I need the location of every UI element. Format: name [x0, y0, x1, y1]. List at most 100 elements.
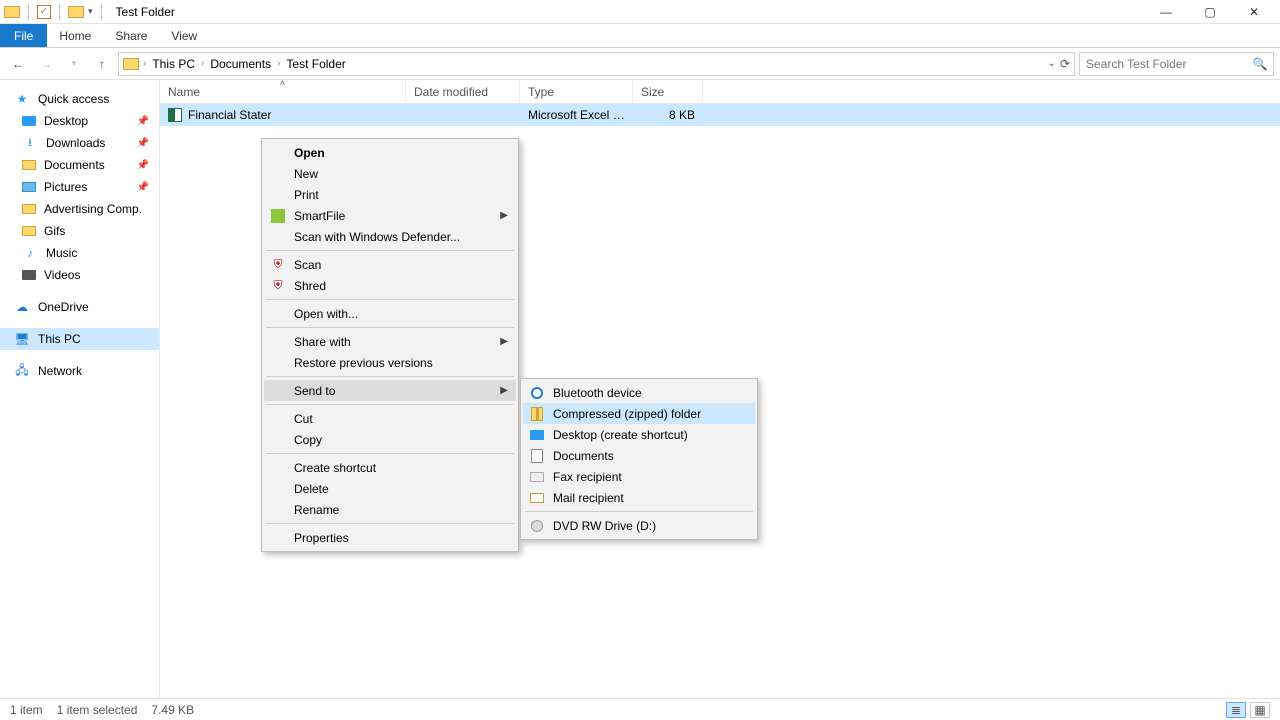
menu-new[interactable]: New: [264, 163, 516, 184]
separator: [101, 4, 102, 20]
sidebar-label: OneDrive: [38, 300, 89, 314]
tab-share[interactable]: Share: [103, 24, 159, 47]
sendto-mail[interactable]: Mail recipient: [523, 487, 755, 508]
folder-icon: [123, 58, 139, 70]
maximize-button[interactable]: ▢: [1188, 0, 1232, 24]
pin-icon: 📌: [137, 138, 149, 149]
breadcrumb-this-pc[interactable]: This PC: [150, 57, 197, 71]
status-bar: 1 item 1 item selected 7.49 KB ≣ ▦: [0, 698, 1280, 720]
refresh-icon[interactable]: ⟳: [1060, 57, 1070, 71]
menu-separator: [266, 327, 514, 328]
quick-access-toggle-icon[interactable]: ✓: [37, 5, 51, 19]
sidebar-network[interactable]: 🖧 Network: [0, 360, 159, 382]
file-name: Financial Stater: [188, 108, 271, 122]
menu-label: Scan: [294, 258, 321, 272]
sidebar-label: Videos: [44, 268, 80, 282]
menu-smartfile[interactable]: SmartFile ▶: [264, 205, 516, 226]
column-headers: ˄ Name Date modified Type Size: [160, 80, 1280, 104]
menu-send-to[interactable]: Send to ▶: [264, 380, 516, 401]
sidebar-label: Desktop: [44, 114, 88, 128]
chevron-right-icon: ▶: [500, 336, 508, 347]
sidebar-item-documents[interactable]: Documents 📌: [0, 154, 159, 176]
menu-open[interactable]: Open: [264, 142, 516, 163]
sidebar-item-videos[interactable]: Videos: [0, 264, 159, 286]
menu-defender[interactable]: Scan with Windows Defender...: [264, 226, 516, 247]
menu-shred[interactable]: ⛨ Shred: [264, 275, 516, 296]
minimize-button[interactable]: ―: [1144, 0, 1188, 24]
file-tab[interactable]: File: [0, 24, 47, 47]
separator: [28, 4, 29, 20]
sidebar-onedrive[interactable]: ☁ OneDrive: [0, 296, 159, 318]
dvd-icon: [531, 520, 543, 532]
menu-rename[interactable]: Rename: [264, 499, 516, 520]
sidebar-item-desktop[interactable]: Desktop 📌: [0, 110, 159, 132]
menu-cut[interactable]: Cut: [264, 408, 516, 429]
sendto-documents[interactable]: Documents: [523, 445, 755, 466]
title-bar: ✓ ▾ Test Folder ― ▢ ✕: [0, 0, 1280, 24]
column-size[interactable]: Size: [633, 80, 703, 103]
forward-button[interactable]: →: [34, 52, 58, 76]
menu-separator: [266, 523, 514, 524]
sendto-compressed[interactable]: Compressed (zipped) folder: [523, 403, 755, 424]
search-input[interactable]: Search Test Folder 🔍: [1079, 52, 1274, 76]
file-row[interactable]: Financial Stater Microsoft Excel W... 8 …: [160, 104, 1280, 126]
menu-print[interactable]: Print: [264, 184, 516, 205]
menu-label: Desktop (create shortcut): [553, 428, 688, 442]
sidebar-label: Network: [38, 364, 82, 378]
breadcrumb-current[interactable]: Test Folder: [284, 57, 347, 71]
qat-dropdown-icon[interactable]: ▾: [88, 6, 93, 17]
back-button[interactable]: ←: [6, 52, 30, 76]
address-bar[interactable]: › This PC › Documents › Test Folder ⌄ ⟳: [118, 52, 1075, 76]
folder-icon: [22, 204, 36, 214]
breadcrumb-documents[interactable]: Documents: [208, 57, 273, 71]
menu-copy[interactable]: Copy: [264, 429, 516, 450]
menu-scan[interactable]: ⛨ Scan: [264, 254, 516, 275]
recent-dropdown[interactable]: ▾: [62, 52, 86, 76]
separator: [59, 4, 60, 20]
documents-icon: [22, 160, 36, 170]
tab-home[interactable]: Home: [47, 24, 103, 47]
download-icon: ⭳: [22, 135, 38, 151]
sidebar-label: Documents: [44, 158, 105, 172]
view-details-button[interactable]: ≣: [1226, 702, 1246, 718]
sendto-dvd[interactable]: DVD RW Drive (D:): [523, 515, 755, 536]
close-button[interactable]: ✕: [1232, 0, 1276, 24]
sendto-bluetooth[interactable]: Bluetooth device: [523, 382, 755, 403]
menu-label: Fax recipient: [553, 470, 622, 484]
sendto-desktop[interactable]: Desktop (create shortcut): [523, 424, 755, 445]
sidebar-item-music[interactable]: ♪ Music: [0, 242, 159, 264]
column-label: Name: [168, 85, 200, 99]
desktop-icon: [22, 116, 36, 126]
sort-indicator-icon: ˄: [280, 78, 285, 88]
column-name[interactable]: ˄ Name: [160, 80, 406, 103]
address-dropdown-icon[interactable]: ⌄: [1048, 58, 1056, 69]
view-large-icons-button[interactable]: ▦: [1250, 702, 1270, 718]
sidebar-item-folder[interactable]: Gifs: [0, 220, 159, 242]
menu-properties[interactable]: Properties: [264, 527, 516, 548]
menu-share-with[interactable]: Share with ▶: [264, 331, 516, 352]
column-date[interactable]: Date modified: [406, 80, 520, 103]
menu-create-shortcut[interactable]: Create shortcut: [264, 457, 516, 478]
sidebar-item-pictures[interactable]: Pictures 📌: [0, 176, 159, 198]
column-type[interactable]: Type: [520, 80, 633, 103]
folder-icon: [68, 6, 84, 18]
desktop-icon: [530, 430, 544, 440]
chevron-right-icon[interactable]: ›: [143, 58, 146, 69]
sidebar-label: Quick access: [38, 92, 109, 106]
file-type-cell: Microsoft Excel W...: [520, 108, 633, 122]
sidebar-this-pc[interactable]: 🖥 This PC: [0, 328, 159, 350]
music-icon: ♪: [22, 245, 38, 261]
menu-delete[interactable]: Delete: [264, 478, 516, 499]
menu-restore[interactable]: Restore previous versions: [264, 352, 516, 373]
sidebar-quick-access[interactable]: ★ Quick access: [0, 88, 159, 110]
chevron-right-icon[interactable]: ›: [277, 58, 280, 69]
sidebar-item-folder[interactable]: Advertising Comp.: [0, 198, 159, 220]
menu-open-with[interactable]: Open with...: [264, 303, 516, 324]
sidebar-label: Pictures: [44, 180, 87, 194]
tab-view[interactable]: View: [159, 24, 209, 47]
up-button[interactable]: ↑: [90, 52, 114, 76]
sendto-fax[interactable]: Fax recipient: [523, 466, 755, 487]
folder-icon: [22, 226, 36, 236]
sidebar-item-downloads[interactable]: ⭳ Downloads 📌: [0, 132, 159, 154]
chevron-right-icon[interactable]: ›: [201, 58, 204, 69]
